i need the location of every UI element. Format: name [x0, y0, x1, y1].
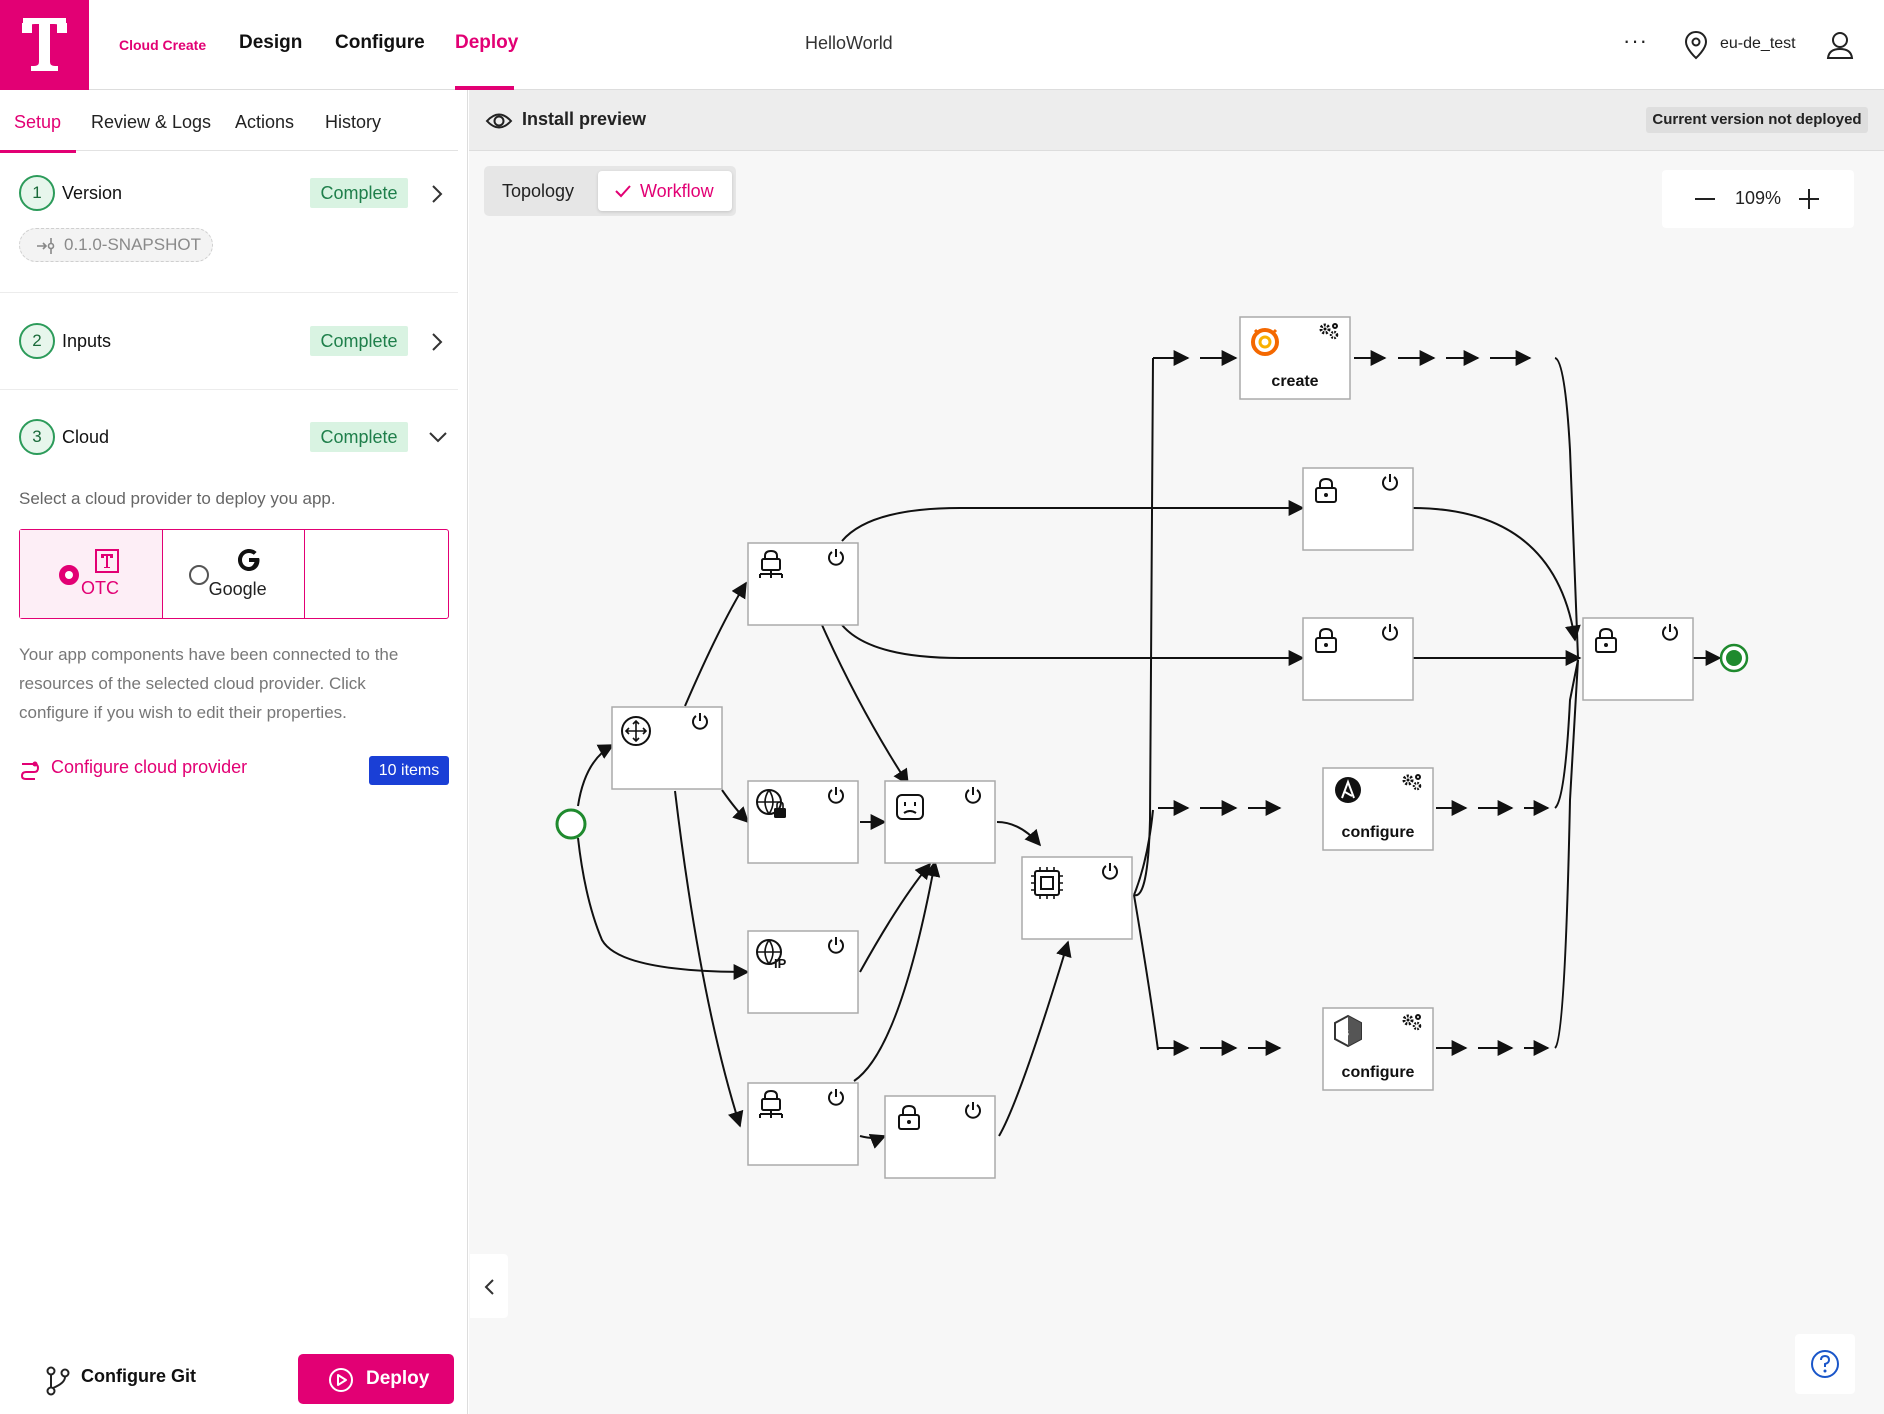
- workflow-node-load-balancer-top[interactable]: [747, 542, 859, 626]
- svg-text:$: $: [1343, 1028, 1349, 1040]
- collapse-panel-button[interactable]: [470, 1254, 508, 1318]
- workflow-start-node[interactable]: [555, 808, 587, 840]
- workflow-node-grafana-create[interactable]: create: [1239, 316, 1351, 400]
- workflow-node-secure-network[interactable]: [747, 780, 859, 864]
- workflow-node-script-configure[interactable]: $ configure: [1322, 1007, 1434, 1091]
- workflow-node-lock-final[interactable]: [1582, 617, 1694, 701]
- workflow-node-port[interactable]: [884, 780, 996, 864]
- workflow-node-floating-ip[interactable]: IP: [747, 930, 859, 1014]
- router-icon: [621, 716, 651, 746]
- help-button[interactable]: [1795, 1334, 1855, 1394]
- workflow-node-ansible-configure[interactable]: configure: [1322, 767, 1434, 851]
- svg-text:IP: IP: [774, 956, 787, 971]
- workflow-edges: [577, 357, 1722, 1149]
- workflow-node-lock-middle[interactable]: [1302, 617, 1414, 701]
- workflow-end-node-fill: [1726, 650, 1742, 666]
- help-icon: [1811, 1350, 1839, 1378]
- workflow-node-load-balancer-bottom[interactable]: [747, 1082, 859, 1166]
- workflow-node-security-group[interactable]: [884, 1095, 996, 1179]
- workflow-chain-edges: [1153, 350, 1550, 1056]
- node-label: configure: [1342, 824, 1415, 841]
- shell-script-icon: $: [1334, 1014, 1362, 1048]
- ansible-icon: [1335, 777, 1361, 803]
- workflow-node-lock-upper[interactable]: [1302, 467, 1414, 551]
- workflow-node-compute[interactable]: [1021, 856, 1133, 940]
- workflow-node-router[interactable]: [611, 706, 723, 790]
- chevron-left-icon: [484, 1279, 494, 1295]
- node-label: configure: [1342, 1064, 1415, 1081]
- workflow-diagram: IP create configure $ configure: [555, 316, 1749, 1179]
- node-label: create: [1271, 373, 1318, 390]
